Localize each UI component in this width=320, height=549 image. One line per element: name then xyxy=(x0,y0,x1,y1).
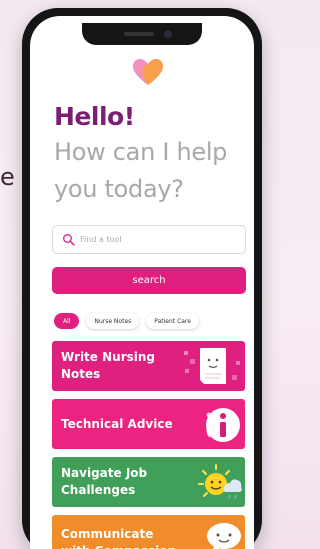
tool-card-label: Write Nursing Notes xyxy=(61,350,156,381)
filter-chips: All Nurse Notes Patient Care xyxy=(54,313,199,329)
heart-logo-icon xyxy=(133,59,163,85)
speech-bubble-icon xyxy=(207,523,241,549)
tool-card-label: Communicate with Compassion xyxy=(61,527,176,549)
tool-card-label: Technical Advice xyxy=(61,417,173,431)
app-screen: Hello! How can I help you today? search … xyxy=(30,16,254,549)
tool-card-communicate-with-compassion[interactable]: Communicate with Compassion xyxy=(52,515,245,549)
front-camera xyxy=(164,30,172,38)
info-icon xyxy=(206,408,240,442)
greeting-heading: Hello! xyxy=(54,102,135,131)
tool-card-navigate-job-challenges[interactable]: Navigate Job Challenges xyxy=(52,457,245,507)
speaker-grille xyxy=(124,32,154,36)
search-field[interactable] xyxy=(52,225,246,254)
tool-card-label: Navigate Job Challenges xyxy=(61,466,148,497)
filter-chip-nurse-notes[interactable]: Nurse Notes xyxy=(86,313,140,329)
tool-card-write-nursing-notes[interactable]: Write Nursing Notes xyxy=(52,341,245,391)
background-partial-text: e xyxy=(0,163,15,191)
phone-notch xyxy=(82,23,202,45)
search-button[interactable]: search xyxy=(52,267,246,294)
filter-chip-all[interactable]: All xyxy=(54,313,80,329)
search-input[interactable] xyxy=(80,235,230,244)
phone-frame: Hello! How can I help you today? search … xyxy=(22,8,262,549)
filter-chip-patient-care[interactable]: Patient Care xyxy=(146,313,199,329)
search-icon xyxy=(63,233,75,246)
help-prompt: How can I help you today? xyxy=(54,138,228,203)
tool-card-technical-advice[interactable]: Technical Advice xyxy=(52,399,245,449)
sun-cloud-icon xyxy=(198,464,242,500)
notepad-icon xyxy=(184,348,240,384)
